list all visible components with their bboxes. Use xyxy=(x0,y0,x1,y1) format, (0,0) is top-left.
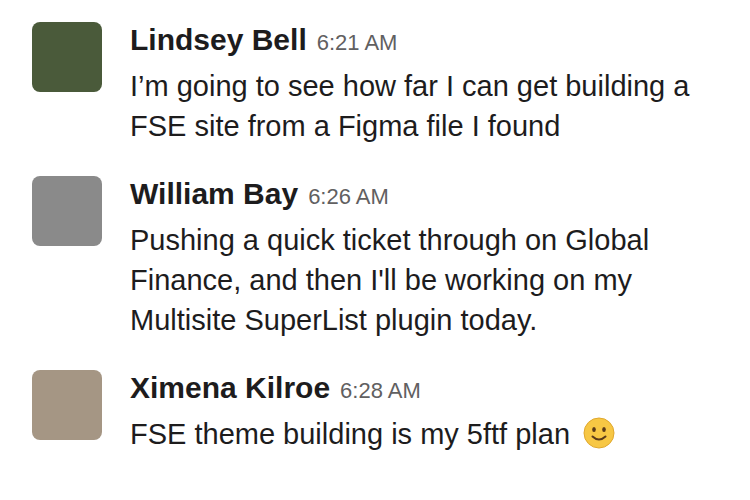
message-body: William Bay 6:26 AM Pushing a quick ticket… xyxy=(130,176,742,340)
author-name[interactable]: Ximena Kilroe xyxy=(130,370,330,406)
message-text: I’m going to see how far I can get build… xyxy=(130,66,742,146)
message-header: Ximena Kilroe 6:28 AM xyxy=(130,370,742,414)
message-text: Pushing a quick ticket through on Global… xyxy=(130,220,742,340)
smile-emoji-icon xyxy=(582,416,616,450)
timestamp[interactable]: 6:28 AM xyxy=(340,373,421,409)
avatar[interactable] xyxy=(32,176,102,246)
message: Ximena Kilroe 6:28 AM FSE theme building i… xyxy=(32,370,742,454)
message-header: Lindsey Bell 6:21 AM xyxy=(130,22,742,66)
message-list: Lindsey Bell 6:21 AM I’m going to see how … xyxy=(0,0,750,500)
message-body: Ximena Kilroe 6:28 AM FSE theme building i… xyxy=(130,370,742,454)
timestamp[interactable]: 6:26 AM xyxy=(308,179,389,215)
author-name[interactable]: Lindsey Bell xyxy=(130,22,307,58)
author-name[interactable]: William Bay xyxy=(130,176,298,212)
message-text: FSE theme building is my 5ftf plan xyxy=(130,414,742,454)
message: Lindsey Bell 6:21 AM I’m going to see how … xyxy=(32,22,742,146)
message-body: Lindsey Bell 6:21 AM I’m going to see how … xyxy=(130,22,742,146)
avatar[interactable] xyxy=(32,22,102,92)
message-header: William Bay 6:26 AM xyxy=(130,176,742,220)
timestamp[interactable]: 6:21 AM xyxy=(317,25,398,61)
avatar[interactable] xyxy=(32,370,102,440)
message: William Bay 6:26 AM Pushing a quick ticket… xyxy=(32,176,742,340)
